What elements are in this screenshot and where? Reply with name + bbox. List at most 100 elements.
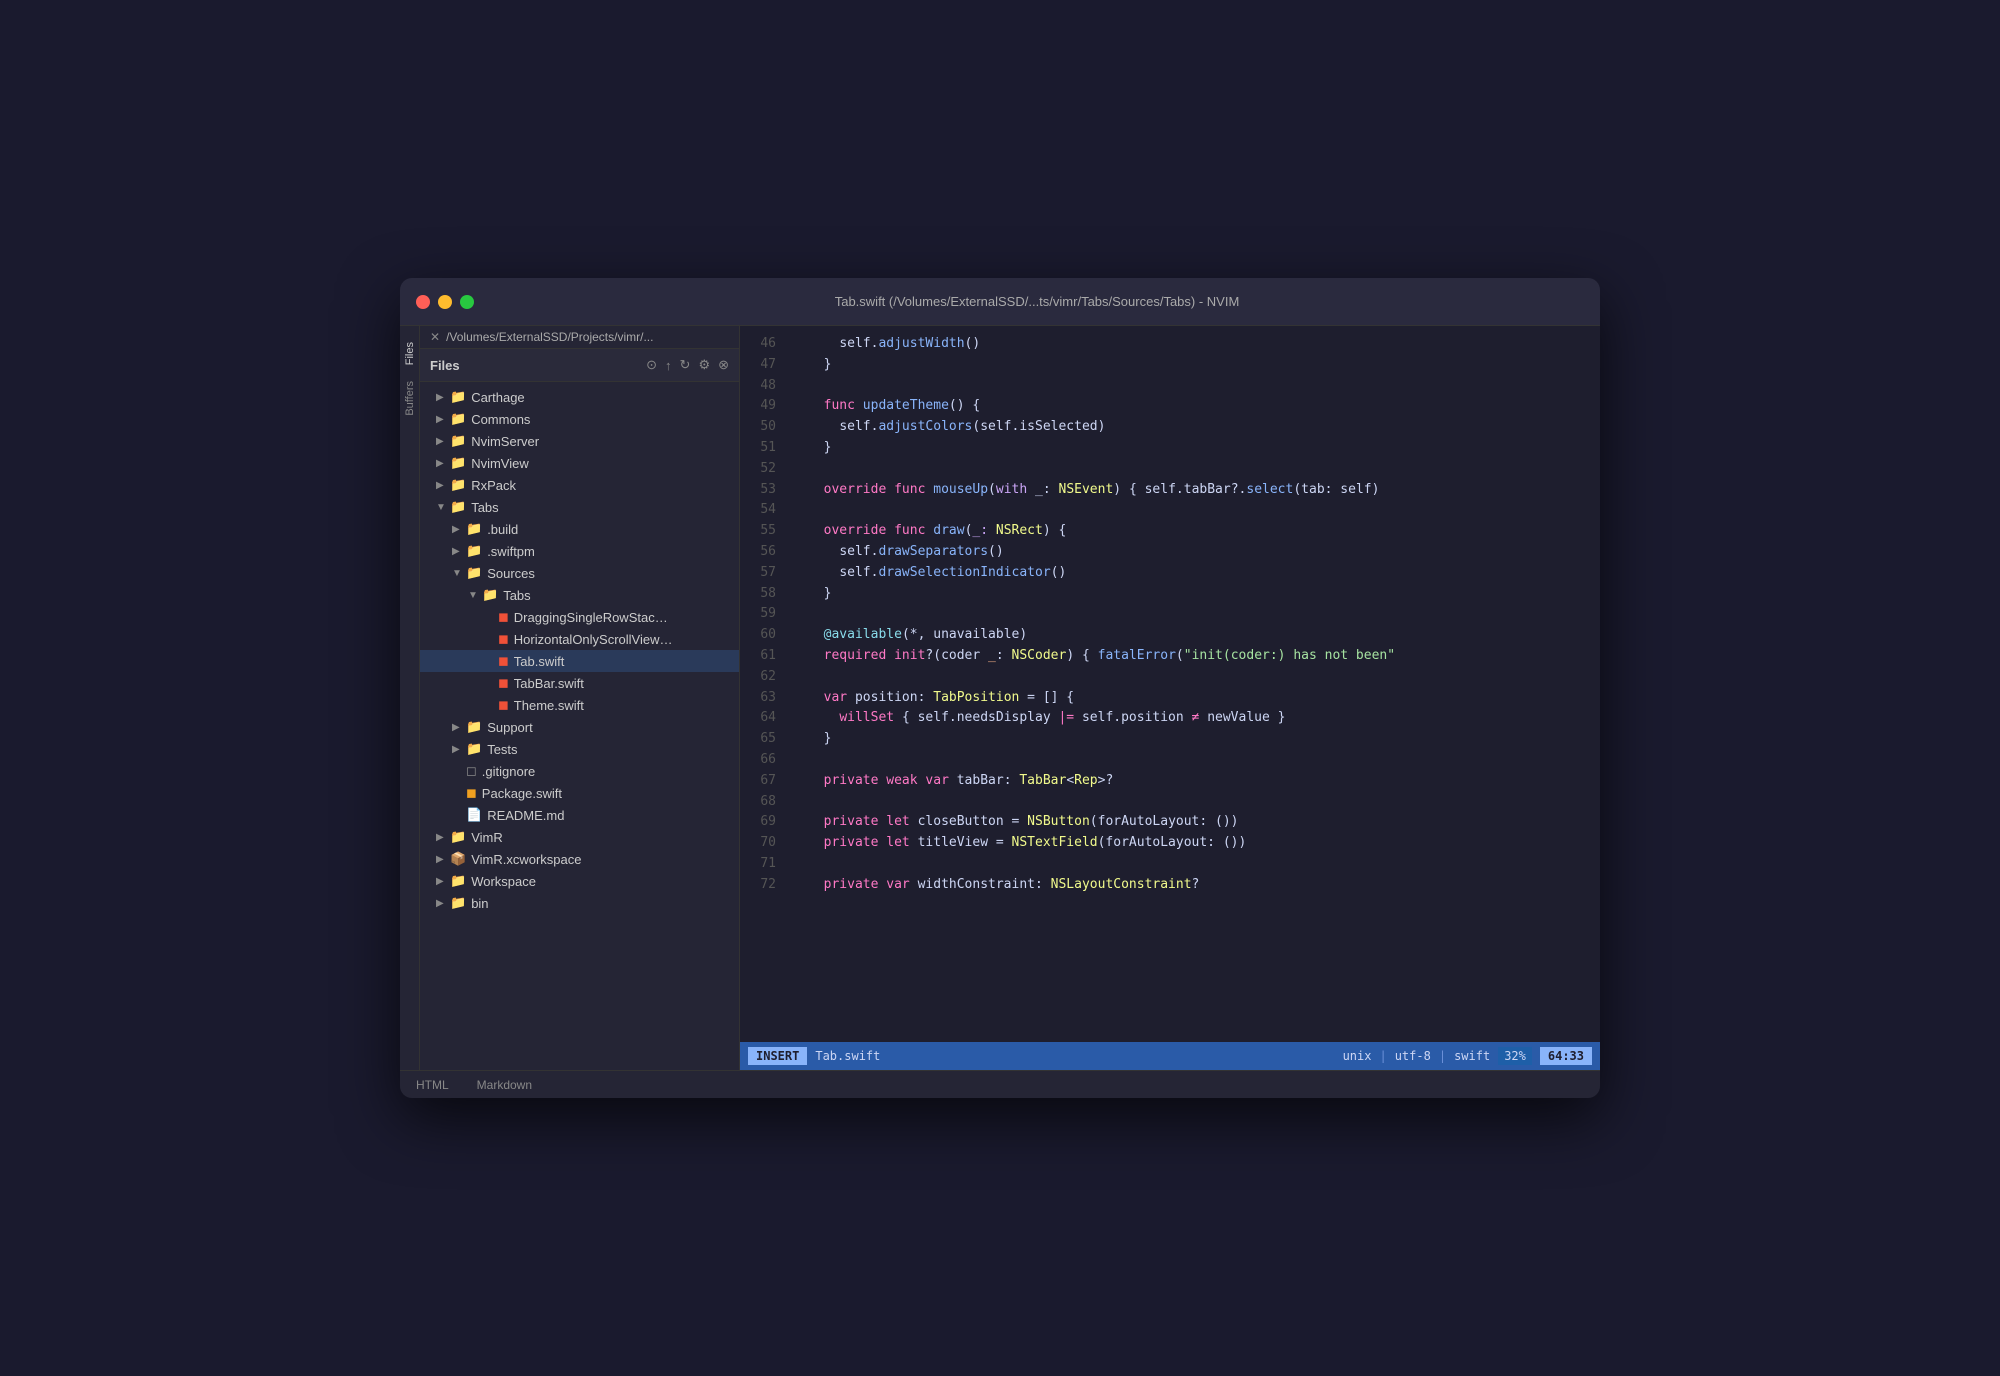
tree-item-label: VimR (471, 830, 503, 845)
folder-icon: 📁 (450, 499, 466, 515)
settings-icon[interactable]: ⚙ (698, 357, 710, 373)
tree-item-label: Package.swift (482, 786, 562, 801)
folder-icon: 📁 (450, 411, 466, 427)
tree-item-label: Tab.swift (514, 654, 565, 669)
tree-item-readme[interactable]: 📄 README.md (420, 804, 739, 826)
tree-item-label: RxPack (471, 478, 516, 493)
tree-item-label: Tabs (503, 588, 530, 603)
up-icon[interactable]: ↑ (665, 358, 672, 373)
tree-item-xcworkspace[interactable]: ▶ 📦 VimR.xcworkspace (420, 848, 739, 870)
tree-item-gitignore[interactable]: ◻ .gitignore (420, 760, 739, 782)
panel-path-text: /Volumes/ExternalSSD/Projects/vimr/... (446, 330, 653, 344)
tree-item-label: Tabs (471, 500, 498, 515)
maximize-button[interactable] (460, 295, 474, 309)
arrow-icon: ▶ (452, 546, 462, 557)
status-encoding: unix (1343, 1049, 1372, 1063)
folder-icon: 📁 (450, 873, 466, 889)
code-area[interactable]: 46 47 48 49 50 51 52 53 54 55 56 57 58 5… (740, 326, 1600, 1042)
mode-indicator: INSERT (748, 1047, 807, 1065)
close-button[interactable] (416, 295, 430, 309)
file-panel-header: Files ⊙ ↑ ↻ ⚙ ⊗ (420, 349, 739, 382)
tree-item-swiftpm[interactable]: ▶ 📁 .swiftpm (420, 540, 739, 562)
tree-item-vimr[interactable]: ▶ 📁 VimR (420, 826, 739, 848)
tree-item-sources[interactable]: ▼ 📁 Sources (420, 562, 739, 584)
status-sep-2: | (1439, 1049, 1446, 1063)
tree-item-support[interactable]: ▶ 📁 Support (420, 716, 739, 738)
status-right: unix | utf-8 | swift 32% 64:33 (1343, 1047, 1592, 1065)
close-icon[interactable]: ⊗ (718, 357, 729, 373)
bottom-tab-markdown[interactable]: Markdown (469, 1074, 540, 1096)
arrow-icon: ▶ (452, 744, 462, 755)
status-filename: Tab.swift (815, 1049, 1342, 1063)
md-file-icon: 📄 (466, 807, 482, 823)
folder-icon: 📁 (466, 543, 482, 559)
folder-icon: 📁 (482, 587, 498, 603)
status-sep-1: | (1379, 1049, 1386, 1063)
arrow-icon: ▶ (436, 832, 446, 843)
file-panel: ✕ /Volumes/ExternalSSD/Projects/vimr/...… (420, 326, 740, 1070)
minimize-button[interactable] (438, 295, 452, 309)
tree-item-workspace[interactable]: ▶ 📁 Workspace (420, 870, 739, 892)
tree-item-tests[interactable]: ▶ 📁 Tests (420, 738, 739, 760)
arrow-icon: ▶ (436, 480, 446, 491)
arrow-icon: ▶ (436, 414, 446, 425)
status-bar: INSERT Tab.swift unix | utf-8 | swift 32… (740, 1042, 1600, 1070)
tree-item-label: Tests (487, 742, 517, 757)
tree-item-horizontal[interactable]: ◼ HorizontalOnlyScrollView… (420, 628, 739, 650)
tree-item-tabbar-swift[interactable]: ◼ TabBar.swift (420, 672, 739, 694)
folder-icon: 📁 (450, 389, 466, 405)
sidebar-tab-buffers[interactable]: Buffers (400, 373, 420, 424)
folder-icon: 📁 (450, 895, 466, 911)
tree-item-label: Theme.swift (514, 698, 584, 713)
tree-item-dragging[interactable]: ◼ DraggingSingleRowStac… (420, 606, 739, 628)
tree-item-tabs[interactable]: ▼ 📁 Tabs (420, 496, 739, 518)
arrow-icon: ▶ (452, 524, 462, 535)
status-filetype: swift (1454, 1049, 1490, 1063)
tree-item-theme-swift[interactable]: ◼ Theme.swift (420, 694, 739, 716)
folder-icon: 📁 (450, 433, 466, 449)
tree-item-carthage[interactable]: ▶ 📁 Carthage (420, 386, 739, 408)
bottom-tabs: HTML Markdown (400, 1070, 1600, 1098)
tree-item-label: Sources (487, 566, 535, 581)
tree-item-commons[interactable]: ▶ 📁 Commons (420, 408, 739, 430)
arrow-icon: ▶ (452, 722, 462, 733)
file-icon: ◻ (466, 763, 477, 779)
editor-area: 46 47 48 49 50 51 52 53 54 55 56 57 58 5… (740, 326, 1600, 1070)
refresh-icon[interactable]: ↻ (680, 357, 691, 373)
tree-item-bin[interactable]: ▶ 📁 bin (420, 892, 739, 914)
tree-item-label: NvimView (471, 456, 529, 471)
arrow-icon: ▶ (436, 876, 446, 887)
locate-icon[interactable]: ⊙ (646, 357, 657, 373)
tree-item-label: .gitignore (482, 764, 535, 779)
tree-item-rxpack[interactable]: ▶ 📁 RxPack (420, 474, 739, 496)
tree-item-package-swift[interactable]: ◼ Package.swift (420, 782, 739, 804)
tree-item-label: README.md (487, 808, 564, 823)
arrow-icon: ▼ (436, 502, 446, 513)
tree-item-nvimserver[interactable]: ▶ 📁 NvimServer (420, 430, 739, 452)
path-close-icon[interactable]: ✕ (430, 330, 440, 344)
swift-file-icon: ◼ (498, 609, 509, 625)
swift-file-icon: ◼ (498, 631, 509, 647)
tree-item-nvimview[interactable]: ▶ 📁 NvimView (420, 452, 739, 474)
folder-icon: 📁 (450, 477, 466, 493)
tree-item-tabs-inner[interactable]: ▼ 📁 Tabs (420, 584, 739, 606)
arrow-icon: ▶ (436, 898, 446, 909)
main-area: Files Buffers ✕ /Volumes/ExternalSSD/Pro… (400, 326, 1600, 1070)
tree-item-label: VimR.xcworkspace (471, 852, 581, 867)
folder-icon: 📁 (466, 741, 482, 757)
sidebar-tab-files[interactable]: Files (400, 334, 420, 373)
bottom-tab-html[interactable]: HTML (408, 1074, 457, 1096)
tree-item-label: Workspace (471, 874, 536, 889)
code-content[interactable]: self.adjustWidth() } func updateTheme() … (792, 326, 1600, 1042)
tree-item-tab-swift[interactable]: ◼ Tab.swift (420, 650, 739, 672)
arrow-icon: ▶ (436, 392, 446, 403)
tree-item-build[interactable]: ▶ 📁 .build (420, 518, 739, 540)
swift-file-icon: ◼ (498, 697, 509, 713)
line-numbers: 46 47 48 49 50 51 52 53 54 55 56 57 58 5… (740, 326, 792, 1042)
titlebar: Tab.swift (/Volumes/ExternalSSD/...ts/vi… (400, 278, 1600, 326)
panel-path: ✕ /Volumes/ExternalSSD/Projects/vimr/... (420, 326, 739, 349)
arrow-icon: ▼ (452, 568, 462, 579)
tree-item-label: TabBar.swift (514, 676, 584, 691)
tree-item-label: HorizontalOnlyScrollView… (514, 632, 673, 647)
swift-file-icon: ◼ (498, 675, 509, 691)
